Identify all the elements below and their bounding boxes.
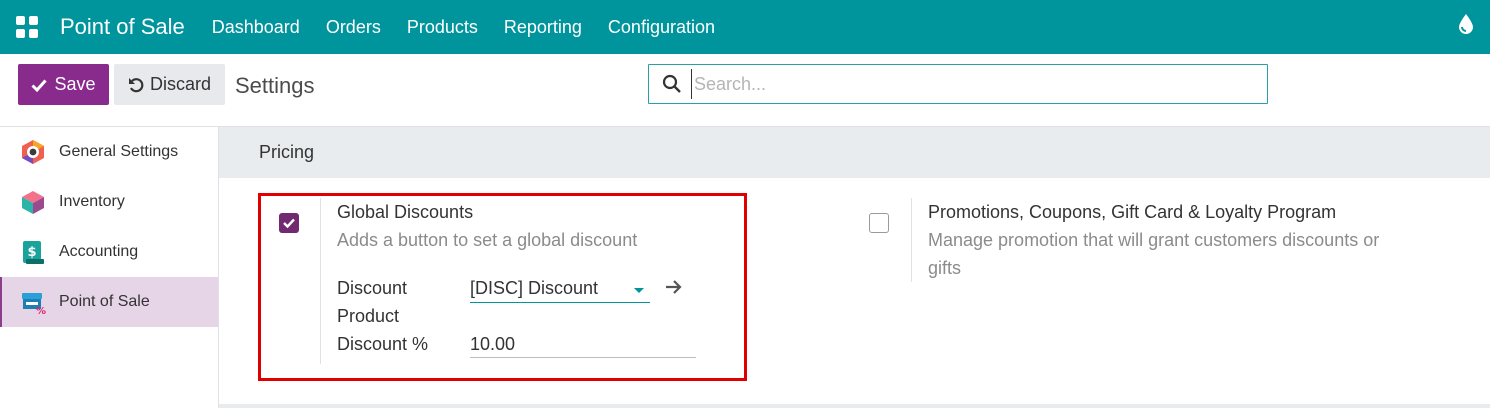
sidebar-item-point-of-sale[interactable]: % Point of Sale — [0, 277, 218, 327]
menu-products[interactable]: Products — [407, 17, 478, 38]
highlight-box — [258, 193, 747, 381]
settings-hexagon-icon — [22, 140, 44, 164]
control-panel: Save Discard Settings — [0, 54, 1490, 127]
save-label: Save — [54, 74, 96, 94]
svg-text:%: % — [36, 306, 46, 315]
undo-icon — [128, 77, 144, 92]
sidebar-label-general-settings: General Settings — [59, 143, 179, 160]
search-box[interactable] — [648, 64, 1268, 104]
promotions-title: Promotions, Coupons, Gift Card & Loyalty… — [928, 202, 1337, 222]
sidebar-label-inventory: Inventory — [59, 193, 125, 210]
water-drop-icon[interactable] — [1458, 13, 1474, 35]
accounting-document-icon: $ — [23, 241, 44, 264]
menu-reporting[interactable]: Reporting — [504, 17, 582, 38]
sidebar-item-accounting[interactable]: $ Accounting — [0, 227, 218, 277]
save-button[interactable]: Save — [18, 64, 109, 105]
sidebar-item-inventory[interactable]: Inventory — [0, 177, 218, 227]
point-of-sale-icon: % — [22, 293, 46, 315]
promotions-checkbox[interactable] — [869, 213, 889, 233]
settings-sidebar: General Settings Inventory $ Accounting … — [0, 127, 219, 408]
menu-configuration[interactable]: Configuration — [608, 17, 715, 38]
check-icon — [31, 78, 48, 92]
sidebar-label-point-of-sale: Point of Sale — [59, 293, 150, 310]
app-title[interactable]: Point of Sale — [60, 14, 185, 40]
top-navbar: Point of Sale Dashboard Orders Products … — [0, 0, 1490, 54]
menu-dashboard[interactable]: Dashboard — [212, 17, 300, 38]
apps-grid-icon[interactable] — [16, 16, 38, 38]
section-title: Pricing — [219, 127, 1490, 178]
search-icon — [662, 74, 681, 93]
section-divider — [219, 404, 1490, 408]
sidebar-item-general-settings[interactable]: General Settings — [0, 127, 218, 177]
promotions-description-line1: Manage promotion that will grant custome… — [928, 230, 1380, 250]
menu-orders[interactable]: Orders — [326, 17, 381, 38]
inventory-box-icon — [22, 191, 44, 214]
svg-text:$: $ — [27, 245, 36, 260]
search-input[interactable] — [691, 69, 1251, 99]
setting-divider — [911, 198, 912, 282]
breadcrumb: Settings — [235, 73, 315, 98]
discard-button[interactable]: Discard — [114, 64, 225, 105]
discard-label: Discard — [149, 74, 211, 94]
sidebar-label-accounting: Accounting — [59, 243, 139, 260]
promotions-description-line2: gifts — [928, 258, 962, 278]
